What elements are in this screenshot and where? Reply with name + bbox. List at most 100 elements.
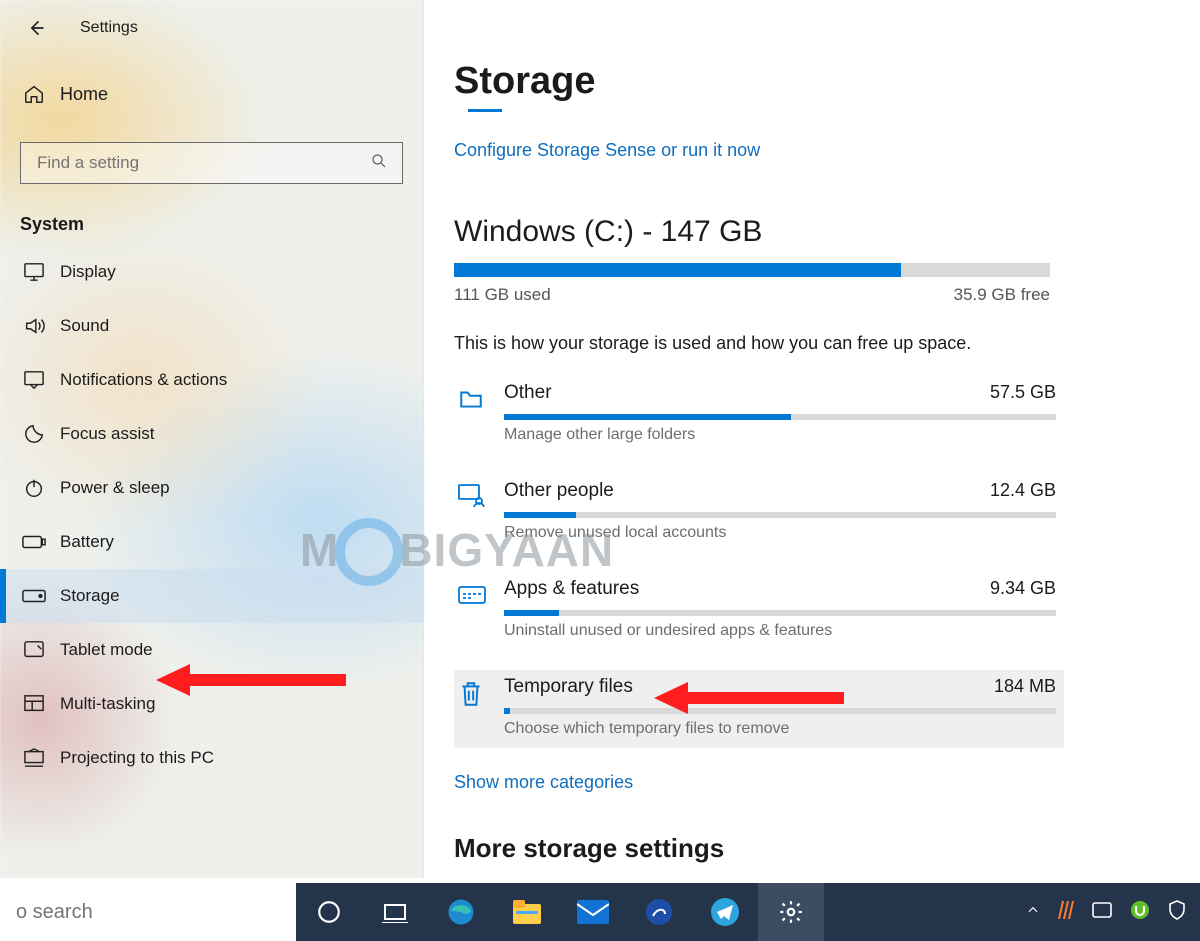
sidebar-item-focus-assist[interactable]: Focus assist xyxy=(0,407,423,461)
sidebar-item-label: Power & sleep xyxy=(60,478,170,498)
taskbar-settings[interactable] xyxy=(758,883,824,941)
sidebar-item-label: Notifications & actions xyxy=(60,370,227,390)
taskbar-telegram[interactable] xyxy=(692,883,758,941)
category-size: 57.5 GB xyxy=(990,382,1056,403)
battery-icon xyxy=(22,530,46,554)
shield-tray-icon[interactable] xyxy=(1168,900,1186,925)
taskbar-explorer[interactable] xyxy=(494,883,560,941)
sidebar-item-notifications-actions[interactable]: Notifications & actions xyxy=(0,353,423,407)
taskbar-mail[interactable] xyxy=(560,883,626,941)
gear-icon xyxy=(778,899,804,925)
taskbar-tray xyxy=(1026,900,1200,925)
utorrent-tray-icon[interactable] xyxy=(1130,900,1150,925)
sidebar-home[interactable]: Home xyxy=(0,70,423,118)
sidebar-item-multi-tasking[interactable]: Multi-tasking xyxy=(0,677,423,731)
category-sub: Remove unused local accounts xyxy=(504,524,1056,542)
multitask-icon xyxy=(22,692,46,716)
sidebar-item-display[interactable]: Display xyxy=(0,245,423,299)
category-sub: Uninstall unused or undesired apps & fea… xyxy=(504,622,1056,640)
sidebar-item-label: Multi-tasking xyxy=(60,694,155,714)
sidebar-item-label: Battery xyxy=(60,532,114,552)
sidebar-item-battery[interactable]: Battery xyxy=(0,515,423,569)
settings-search[interactable] xyxy=(20,142,403,184)
cortana-icon xyxy=(316,899,342,925)
taskbar-cortana[interactable] xyxy=(296,883,362,941)
telegram-icon xyxy=(710,897,740,927)
category-size: 12.4 GB xyxy=(990,480,1056,501)
sidebar-item-label: Display xyxy=(60,262,116,282)
notifications-icon xyxy=(22,368,46,392)
drive-usage-bar xyxy=(454,263,1050,277)
sidebar-item-label: Focus assist xyxy=(60,424,154,444)
category-sub: Manage other large folders xyxy=(504,426,1056,444)
category-size: 9.34 GB xyxy=(990,578,1056,599)
taskbar-taskview[interactable] xyxy=(362,883,428,941)
home-label: Home xyxy=(60,84,108,105)
sound-icon xyxy=(22,314,46,338)
sidebar-section-title: System xyxy=(20,214,423,235)
mail-icon xyxy=(577,900,609,924)
category-name: Temporary files xyxy=(504,676,633,698)
show-more-categories-link[interactable]: Show more categories xyxy=(454,772,1064,793)
more-storage-settings-title: More storage settings xyxy=(454,833,1064,864)
storage-desc: This is how your storage is used and how… xyxy=(454,333,1064,354)
sidebar-item-storage[interactable]: Storage xyxy=(0,569,423,623)
storage-category-temporary-files[interactable]: Temporary files184 MBChoose which tempor… xyxy=(454,670,1064,748)
power-icon xyxy=(22,476,46,500)
back-arrow-icon xyxy=(26,18,46,38)
file-explorer-icon xyxy=(512,899,542,925)
window-title: Settings xyxy=(80,19,138,37)
sidebar-item-sound[interactable]: Sound xyxy=(0,299,423,353)
drive-title: Windows (C:) - 147 GB xyxy=(454,215,1064,249)
taskview-icon xyxy=(382,901,408,923)
sidebar-item-tablet-mode[interactable]: Tablet mode xyxy=(0,623,423,677)
sidebar-item-label: Storage xyxy=(60,586,120,606)
taskbar-search[interactable] xyxy=(0,883,296,941)
blue-circle-icon xyxy=(645,898,673,926)
taskbar xyxy=(0,883,1200,941)
projecting-icon xyxy=(22,746,46,770)
category-name: Other xyxy=(504,382,552,404)
configure-storage-sense-link[interactable]: Configure Storage Sense or run it now xyxy=(454,140,760,160)
tablet-tray-icon[interactable] xyxy=(1092,902,1112,923)
back-button[interactable] xyxy=(22,14,50,42)
taskbar-edge[interactable] xyxy=(428,883,494,941)
taskbar-search-input[interactable] xyxy=(14,900,282,925)
settings-sidebar: Settings Home System Display Sound Notific… xyxy=(0,0,424,878)
storage-icon xyxy=(22,584,46,608)
category-bar xyxy=(504,708,1056,714)
storage-category-other[interactable]: Other 57.5 GB Manage other large folders xyxy=(454,376,1064,454)
category-name: Other people xyxy=(504,480,614,502)
storage-category-other-people[interactable]: Other people 12.4 GB Remove unused local a… xyxy=(454,474,1064,552)
sidebar-item-label: Tablet mode xyxy=(60,640,153,660)
storage-category-apps-features[interactable]: Apps & features 9.34 GB Uninstall unused o… xyxy=(454,572,1064,650)
search-input[interactable] xyxy=(35,152,357,174)
category-bar xyxy=(504,512,1056,518)
category-name: Apps & features xyxy=(504,578,639,600)
folder-icon xyxy=(458,386,486,414)
category-bar xyxy=(504,414,1056,420)
home-icon xyxy=(22,82,46,106)
edge-icon xyxy=(446,897,476,927)
stripes-tray-icon[interactable] xyxy=(1058,901,1074,924)
category-bar xyxy=(504,610,1056,616)
search-icon xyxy=(370,152,388,175)
trash-icon xyxy=(458,680,486,708)
people-icon xyxy=(458,484,486,512)
taskbar-app-blue[interactable] xyxy=(626,883,692,941)
drive-usage-fill xyxy=(454,263,901,277)
sidebar-item-power-sleep[interactable]: Power & sleep xyxy=(0,461,423,515)
free-label: 35.9 GB free xyxy=(954,285,1050,305)
apps-icon xyxy=(458,582,486,610)
sidebar-item-projecting-to-this-pc[interactable]: Projecting to this PC xyxy=(0,731,423,785)
active-indicator xyxy=(0,569,6,623)
sidebar-item-label: Projecting to this PC xyxy=(60,748,214,768)
display-icon xyxy=(22,260,46,284)
chevron-up-icon[interactable] xyxy=(1026,903,1040,922)
storage-page: Storage Configure Storage Sense or run i… xyxy=(454,60,1064,860)
tablet-icon xyxy=(22,638,46,662)
page-title: Storage xyxy=(454,60,1064,103)
category-sub: Choose which temporary files to remove xyxy=(504,720,1056,738)
sidebar-item-label: Sound xyxy=(60,316,109,336)
used-label: 111 GB used xyxy=(454,285,551,305)
